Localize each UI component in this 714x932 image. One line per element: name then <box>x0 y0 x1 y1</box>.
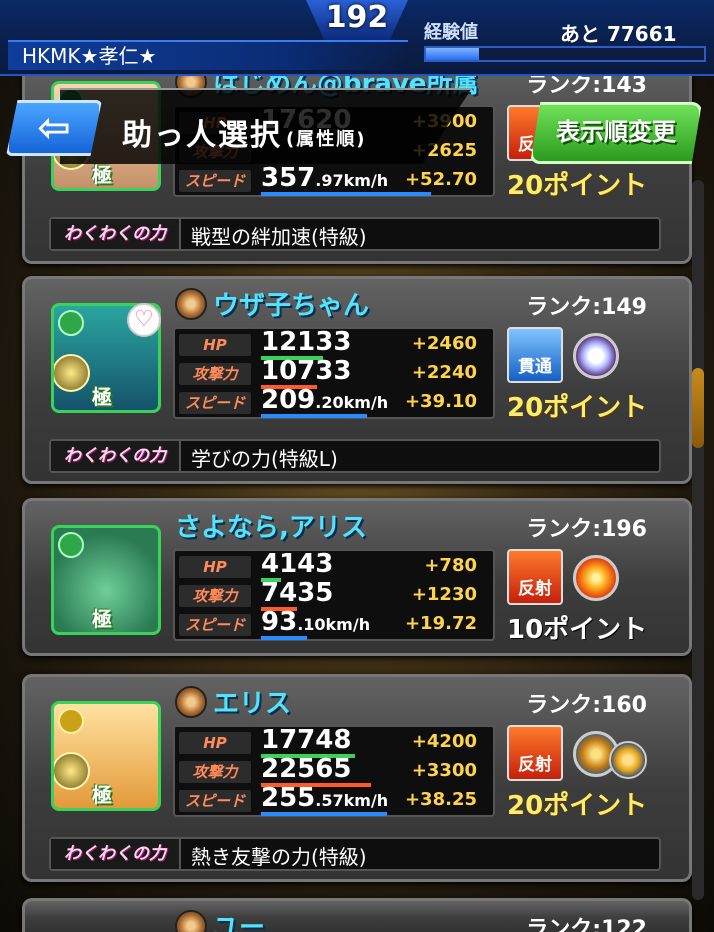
waku-power-row: わくわくの力 熱き友撃の力(特級) <box>49 837 661 871</box>
scrollbar-thumb[interactable] <box>692 368 704 448</box>
waku-text: 熱き友撃の力(特級) <box>191 845 367 869</box>
speed-row: スピード 255.57km/h +38.25 <box>179 783 493 816</box>
waku-power-row: わくわくの力 学びの力(特級L) <box>49 439 661 473</box>
attack-value: 22565 <box>261 754 352 784</box>
reflect-ability-icon: 反射 <box>507 549 563 605</box>
kiwami-badge: 極 <box>92 607 112 631</box>
attack-bonus: +2240 <box>411 362 477 383</box>
luck-skill-icon <box>54 752 90 790</box>
hp-row: HP 4143 +780 <box>179 549 493 582</box>
back-arrow-icon: ⇦ <box>37 105 71 151</box>
monster-avatar: 極 <box>51 525 161 635</box>
helper-card[interactable]: ユー ランク:122 <box>22 898 692 932</box>
kiwami-badge: 極 <box>92 783 112 807</box>
attack-row: 攻撃力 7435 +1230 <box>179 578 493 611</box>
waku-text: 学びの力(特級L) <box>191 447 338 471</box>
element-badge-icon <box>58 532 84 558</box>
gauge-ability-icon <box>609 741 647 779</box>
waku-power-row: わくわくの力 戦型の絆加速(特級) <box>49 217 661 251</box>
attack-value: 7435 <box>261 578 334 608</box>
player-name: HKMK★孝仁★ <box>8 40 408 70</box>
hp-value: 17748 <box>261 725 352 755</box>
attack-row: 攻撃力 10733 +2240 <box>179 356 493 389</box>
status-bar: 192 経験値 あと 77661 HKMK★孝仁★ <box>0 0 714 76</box>
favorite-heart-icon[interactable]: ♡ <box>127 303 161 337</box>
helper-rank: ランク:196 <box>526 517 647 542</box>
stats-panel: HP 12133 +2460 攻撃力 10733 +2240 スピード 209.20km/… <box>173 327 495 419</box>
friend-icon <box>175 686 207 718</box>
hp-bonus: +780 <box>424 555 477 576</box>
luck-skill-icon <box>54 354 90 392</box>
page-title: 助っ人選択 (属性順) <box>122 118 367 153</box>
helper-rank: ランク:160 <box>526 693 647 718</box>
sort-order-button[interactable]: 表示順変更 <box>530 102 702 164</box>
helper-card[interactable]: ウザ子ちゃん ランク:149 極 ♡ HP 12133 +2460 攻撃力 10733… <box>22 276 692 484</box>
speed-bonus: +39.10 <box>404 391 477 412</box>
speed-bonus: +38.25 <box>404 789 477 810</box>
reflect-ability-icon: 反射 <box>507 725 563 781</box>
element-badge-icon <box>58 708 84 734</box>
scrollbar[interactable] <box>692 180 704 900</box>
stats-panel: HP 17748 +4200 攻撃力 22565 +3300 スピード 255.57km/… <box>173 725 495 817</box>
helper-card[interactable]: エリス ランク:160 極 HP 17748 +4200 攻撃力 22565 +3300… <box>22 674 692 882</box>
helper-name: ウザ子ちゃん <box>213 291 370 321</box>
kiwami-badge: 極 <box>92 385 112 409</box>
page-header: ⇦ 助っ人選択 (属性順) 表示順変更 <box>0 88 714 174</box>
helper-points: 20ポイント <box>507 791 648 821</box>
speed-value: 93.10km/h <box>261 607 371 637</box>
attack-bonus: +1230 <box>411 584 477 605</box>
light-element-icon <box>573 333 619 379</box>
monster-avatar: 極 <box>51 701 161 811</box>
fire-element-icon <box>573 555 619 601</box>
attack-bonus: +3300 <box>411 760 477 781</box>
exp-progress-fill <box>426 48 479 60</box>
helper-points: 10ポイント <box>507 615 648 645</box>
speed-row: スピード 93.10km/h +19.72 <box>179 607 493 640</box>
helper-rank: ランク:149 <box>526 295 647 320</box>
stats-panel: HP 4143 +780 攻撃力 7435 +1230 スピード 93.10km/h +19… <box>173 549 495 641</box>
attack-value: 10733 <box>261 356 352 386</box>
hp-bonus: +4200 <box>411 731 477 752</box>
friend-icon <box>175 288 207 320</box>
waku-text: 戦型の絆加速(特級) <box>191 225 367 249</box>
exp-label: 経験値 <box>424 22 478 43</box>
back-button[interactable]: ⇦ <box>6 100 102 156</box>
helper-rank: ランク:122 <box>526 917 647 932</box>
player-level: 192 <box>306 0 408 40</box>
hp-bonus: +2460 <box>411 333 477 354</box>
hp-row: HP 12133 +2460 <box>179 327 493 360</box>
speed-value: 209.20km/h <box>261 385 389 415</box>
waku-label: わくわくの力 <box>51 219 181 249</box>
helper-name: エリス <box>213 689 292 719</box>
hp-value: 4143 <box>261 549 334 579</box>
helper-card[interactable]: さよなら,アリス ランク:196 極 HP 4143 +780 攻撃力 7435 +12… <box>22 498 692 656</box>
speed-value: 255.57km/h <box>261 783 389 813</box>
exp-remaining: あと 77661 <box>560 22 677 46</box>
exp-progress-bar <box>424 46 706 62</box>
waku-label: わくわくの力 <box>51 441 181 471</box>
friend-icon <box>175 910 207 932</box>
helper-name: さよなら,アリス <box>175 513 367 543</box>
hp-value: 12133 <box>261 327 352 357</box>
speed-bonus: +19.72 <box>404 613 477 634</box>
helper-points: 20ポイント <box>507 393 648 423</box>
hp-row: HP 17748 +4200 <box>179 725 493 758</box>
element-badge-icon <box>58 310 84 336</box>
waku-label: わくわくの力 <box>51 839 181 869</box>
pierce-ability-icon: 貫通 <box>507 327 563 383</box>
attack-row: 攻撃力 22565 +3300 <box>179 754 493 787</box>
page-subtitle: (属性順) <box>286 129 367 150</box>
speed-row: スピード 209.20km/h +39.10 <box>179 385 493 418</box>
helper-name: ユー <box>213 913 266 932</box>
